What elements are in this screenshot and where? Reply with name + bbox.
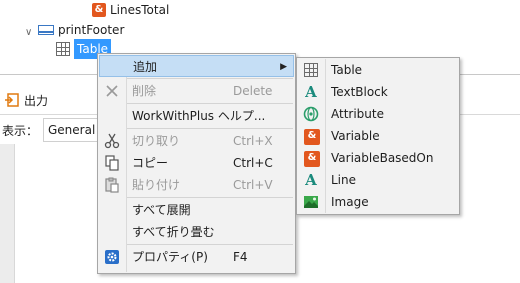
variable-icon: & [92, 2, 106, 17]
menu-item-label: 削除 [132, 84, 157, 98]
view-select-value: General [48, 123, 96, 137]
menu-item-label: Image [331, 195, 369, 209]
menu-item-label: 切り取り [132, 134, 181, 148]
print-footer-icon [38, 24, 54, 35]
menu-item-shortcut: F4 [233, 250, 248, 264]
menu-item-label: VariableBasedOn [331, 151, 434, 165]
submenu-item-image[interactable]: Image [298, 191, 458, 213]
submenu-item-attribute[interactable]: Attribute [298, 103, 458, 125]
image-icon [304, 196, 318, 208]
menu-item-label: WorkWithPlus ヘルプ... [132, 109, 266, 123]
add-submenu: Table A TextBlock Attribute & Variable &… [296, 57, 460, 215]
menu-item-label: 追加 [133, 60, 158, 74]
submenu-item-variable-based-on[interactable]: & VariableBasedOn [298, 147, 458, 169]
menu-item-label: コピー [132, 156, 169, 170]
menu-item-label: Line [331, 173, 357, 187]
output-panel-title: 出力 [24, 94, 49, 108]
menu-item-delete[interactable]: 削除 Delete [99, 80, 294, 102]
menu-item-expand-all[interactable]: すべて展開 [99, 199, 294, 221]
chevron-down-icon[interactable]: ∨ [25, 27, 32, 38]
submenu-item-table[interactable]: Table [298, 59, 458, 81]
output-gutter [0, 144, 14, 283]
menu-separator [127, 244, 293, 245]
menu-item-cut[interactable]: 切り取り Ctrl+X [99, 130, 294, 152]
menu-item-label: プロパティ(P) [132, 250, 208, 264]
menu-item-workwithplus-help[interactable]: WorkWithPlus ヘルプ... [99, 105, 294, 127]
tree-item-lines-total[interactable]: & LinesTotal [92, 0, 169, 19]
menu-item-label: すべて折り畳む [132, 225, 215, 239]
menu-separator [127, 103, 293, 104]
scissors-icon [104, 133, 120, 149]
delete-icon [106, 85, 118, 97]
output-content-border [14, 144, 15, 283]
submenu-item-variable[interactable]: & Variable [298, 125, 458, 147]
variable-icon: & [304, 129, 320, 145]
line-icon: A [305, 171, 317, 189]
menu-item-shortcut: Ctrl+X [233, 134, 273, 148]
tree-item-label: LinesTotal [110, 2, 170, 17]
menu-item-paste[interactable]: 貼り付け Ctrl+V [99, 174, 294, 196]
tree-item-print-footer[interactable]: printFooter [38, 19, 124, 39]
menu-item-label: すべて展開 [132, 203, 191, 217]
menu-item-label: TextBlock [331, 85, 388, 99]
table-icon [56, 41, 70, 56]
menu-item-shortcut: Ctrl+V [233, 178, 273, 192]
menu-item-label: Table [331, 63, 363, 77]
menu-item-label: Variable [331, 129, 380, 143]
context-menu: 追加 ▶ 削除 Delete WorkWithPlus ヘルプ... 切り取り … [97, 53, 296, 274]
view-label: 表示： [2, 124, 39, 138]
menu-item-label: 貼り付け [132, 178, 181, 192]
menu-item-copy[interactable]: コピー Ctrl+C [99, 152, 294, 174]
paste-icon [105, 177, 119, 193]
output-icon [5, 93, 19, 107]
submenu-arrow-icon: ▶ [280, 62, 287, 72]
menu-item-add[interactable]: 追加 ▶ [99, 55, 294, 77]
copy-icon [105, 155, 119, 171]
table-icon [304, 63, 318, 77]
menu-separator [127, 197, 293, 198]
submenu-item-textblock[interactable]: A TextBlock [298, 81, 458, 103]
menu-item-label: Attribute [331, 107, 384, 121]
menu-item-shortcut: Delete [233, 84, 273, 98]
gear-icon [105, 250, 119, 264]
menu-item-properties[interactable]: プロパティ(P) F4 [99, 246, 294, 268]
submenu-item-line[interactable]: A Line [298, 169, 458, 191]
menu-item-collapse-all[interactable]: すべて折り畳む [99, 221, 294, 243]
textblock-icon: A [305, 83, 317, 101]
variable-based-on-icon: & [304, 151, 320, 167]
menu-separator [127, 128, 293, 129]
menu-separator [127, 78, 293, 79]
tree-item-label: printFooter [58, 22, 125, 37]
menu-item-shortcut: Ctrl+C [233, 156, 273, 170]
attribute-icon [303, 106, 319, 122]
